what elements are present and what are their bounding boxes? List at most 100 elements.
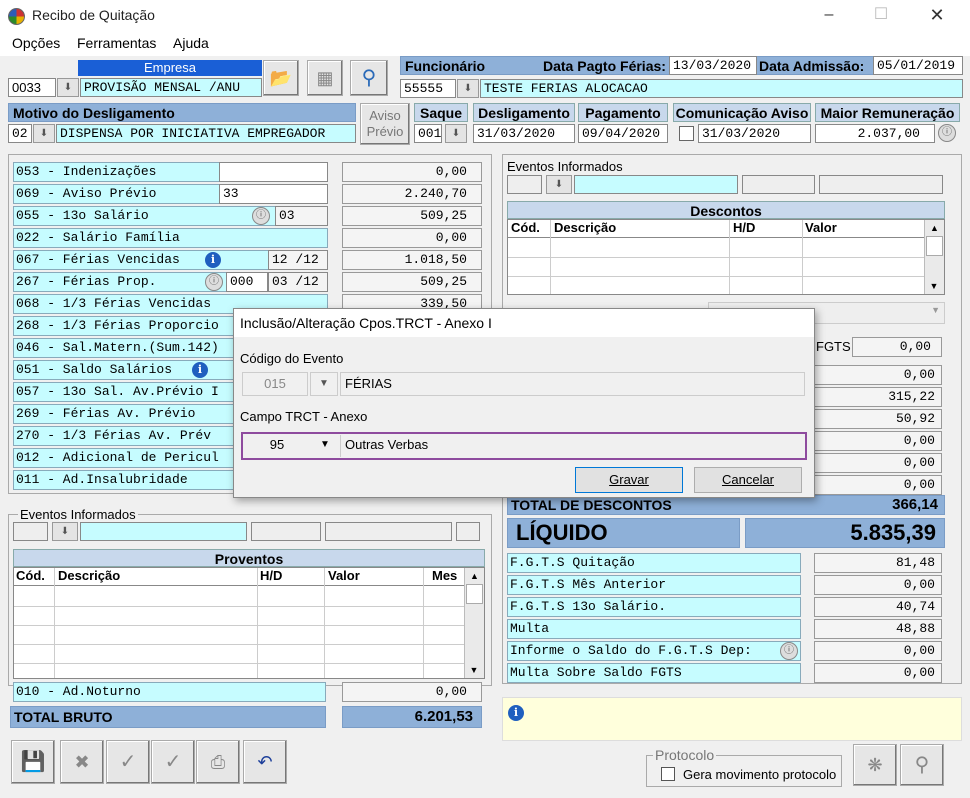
right-evento-dropdown-icon[interactable]: ⬇ (546, 175, 572, 194)
total-descontos-label: TOTAL DE DESCONTOS (511, 497, 672, 513)
right-eventos-label: Eventos Informados (507, 159, 623, 174)
search-icon[interactable]: ⚲ (350, 60, 388, 96)
comunicacao-label: Comunicação Aviso (673, 103, 811, 122)
left-evento-mes[interactable] (456, 522, 480, 541)
gravar-button[interactable]: Gravar (575, 467, 683, 493)
right-evento-code[interactable] (507, 175, 542, 194)
funcionario-name-field[interactable]: TESTE FERIAS ALOCACAO (480, 79, 963, 98)
empresa-name-field[interactable]: PROVISÃO MENSAL /ANU (80, 78, 262, 97)
right-evento-valor[interactable] (819, 175, 943, 194)
fgts-row-label: Multa (507, 619, 801, 639)
protocolo-checkbox[interactable] (661, 767, 675, 781)
pagamento-label: Pagamento (578, 103, 668, 122)
save-icon[interactable]: 💾 (11, 740, 55, 784)
codigo-evento-label: Código do Evento (240, 351, 344, 366)
provento-extra[interactable]: 03 /12 (268, 272, 328, 292)
funcionario-code-field[interactable]: 55555 (400, 79, 456, 98)
left-evento-valor[interactable] (325, 522, 452, 541)
left-evento-code[interactable] (13, 522, 48, 541)
maior-rem-info-icon[interactable]: ⓘ (938, 124, 956, 142)
provento-info-icon[interactable]: ⓘ (205, 273, 223, 291)
total-descontos-row: TOTAL DE DESCONTOS 366,14 (507, 495, 945, 515)
pagto-ferias-label: Data Pagto Férias: (543, 58, 666, 74)
delete-icon[interactable]: ✖ (60, 740, 104, 784)
provento-extra[interactable]: 12 /12 (268, 250, 328, 270)
right-evento-hd[interactable] (742, 175, 815, 194)
saque-field[interactable]: 001 (414, 124, 442, 143)
descontos-table-header: Cód. Descrição H/D Valor (508, 220, 924, 238)
search-user-icon[interactable]: ⚲ (900, 744, 944, 786)
empresa-dropdown-icon[interactable]: ⬇ (57, 78, 79, 97)
cancelar-button[interactable]: Cancelar (694, 467, 802, 493)
motivo-code-field[interactable]: 02 (8, 124, 32, 143)
confirm2-icon[interactable]: ✓ (151, 740, 195, 784)
motivo-text-field[interactable]: DISPENSA POR INICIATIVA EMPREGADOR (56, 124, 356, 143)
minimize-icon[interactable]: – (806, 0, 852, 32)
desconto-value: 0,00 (814, 475, 942, 495)
comunicacao-field[interactable]: 31/03/2020 (698, 124, 811, 143)
left-evento-desc[interactable] (80, 522, 247, 541)
desconto-value: 0,00 (814, 365, 942, 385)
aviso-previo-line2: Prévio (366, 124, 404, 139)
left-evento-dropdown-icon[interactable]: ⬇ (52, 522, 78, 541)
campo-trct-dropdown-icon[interactable]: ▼ (312, 435, 338, 457)
fgts-info-icon[interactable]: ⓘ (780, 642, 798, 660)
desc-col-valor: Valor (805, 220, 837, 235)
right-evento-desc[interactable] (574, 175, 738, 194)
desligamento-field[interactable]: 31/03/2020 (473, 124, 575, 143)
provento-extra[interactable]: 33 (219, 184, 328, 204)
aviso-previo-button[interactable]: Aviso Prévio (360, 103, 410, 145)
desconto-value: 50,92 (814, 409, 942, 429)
pagamento-field[interactable]: 09/04/2020 (578, 124, 668, 143)
codigo-evento-field[interactable]: 015 (242, 372, 308, 396)
provento-extra[interactable]: 03 (275, 206, 328, 226)
provento-value: 509,25 (342, 272, 482, 292)
menu-ferramentas[interactable]: Ferramentas (77, 35, 156, 51)
report-icon[interactable]: ▦ (307, 60, 343, 96)
campo-trct-field[interactable]: 95 (244, 435, 310, 457)
provento-info-icon[interactable]: ⓘ (252, 207, 270, 225)
pagto-ferias-field[interactable]: 13/03/2020 (669, 56, 757, 75)
admissao-label: Data Admissão: (759, 58, 865, 74)
maior-rem-field[interactable]: 2.037,00 (815, 124, 935, 143)
left-eventos-label: Eventos Informados (18, 507, 138, 522)
menu-ajuda[interactable]: Ajuda (173, 35, 209, 51)
admissao-field[interactable]: 05/01/2019 (873, 56, 963, 75)
descontos-scrollbar[interactable]: ▲ ▼ (924, 220, 944, 294)
fgts-row-label: Multa Sobre Saldo FGTS (507, 663, 801, 683)
folder-open-icon[interactable]: 📂 (263, 60, 299, 96)
funcionario-dropdown-icon[interactable]: ⬇ (457, 79, 479, 98)
desconto-value: 315,22 (814, 387, 942, 407)
saque-dropdown-icon[interactable]: ⬇ (445, 124, 467, 143)
fgts-row-value: 0,00 (814, 641, 942, 661)
provento-extra0[interactable]: 000 (226, 272, 268, 292)
motivo-dropdown-icon[interactable]: ⬇ (33, 124, 55, 143)
motivo-label: Motivo do Desligamento (8, 103, 356, 122)
provento-value: 0,00 (342, 228, 482, 248)
proventos-scrollbar[interactable]: ▲ ▼ (464, 568, 484, 678)
col-valor: Valor (328, 568, 360, 583)
provento-info-icon[interactable]: i (192, 362, 208, 378)
comunicacao-checkbox[interactable] (679, 126, 694, 141)
close-icon[interactable]: ✕ (914, 0, 960, 32)
fgts-row-label: Informe o Saldo do F.G.T.S Dep: (507, 641, 801, 661)
menu-opcoes[interactable]: Opções (12, 35, 60, 51)
campo-trct-desc: Outras Verbas (340, 435, 804, 457)
col-descricao: Descrição (58, 568, 121, 583)
provento-value: 2.240,70 (342, 184, 482, 204)
col-hd: H/D (260, 568, 283, 583)
provento-input[interactable] (219, 162, 328, 182)
left-evento-hd[interactable] (251, 522, 321, 541)
desconto-value: 0,00 (814, 453, 942, 473)
confirm-icon[interactable]: ✓ (106, 740, 150, 784)
fgts-row-label: F.G.T.S 13o Salário. (507, 597, 801, 617)
codigo-evento-dropdown-icon[interactable]: ▼ (310, 372, 338, 396)
provento-value: 0,00 (342, 162, 482, 182)
settings-icon[interactable]: ❋ (853, 744, 897, 786)
empresa-code-field[interactable]: 0033 (8, 78, 56, 97)
provento-info-icon[interactable]: i (205, 252, 221, 268)
undo-icon[interactable]: ↶ (243, 740, 287, 784)
maximize-icon[interactable]: ☐ (858, 0, 904, 32)
provento-value: 1.018,50 (342, 250, 482, 270)
print-icon[interactable]: ⎙ (196, 740, 240, 784)
